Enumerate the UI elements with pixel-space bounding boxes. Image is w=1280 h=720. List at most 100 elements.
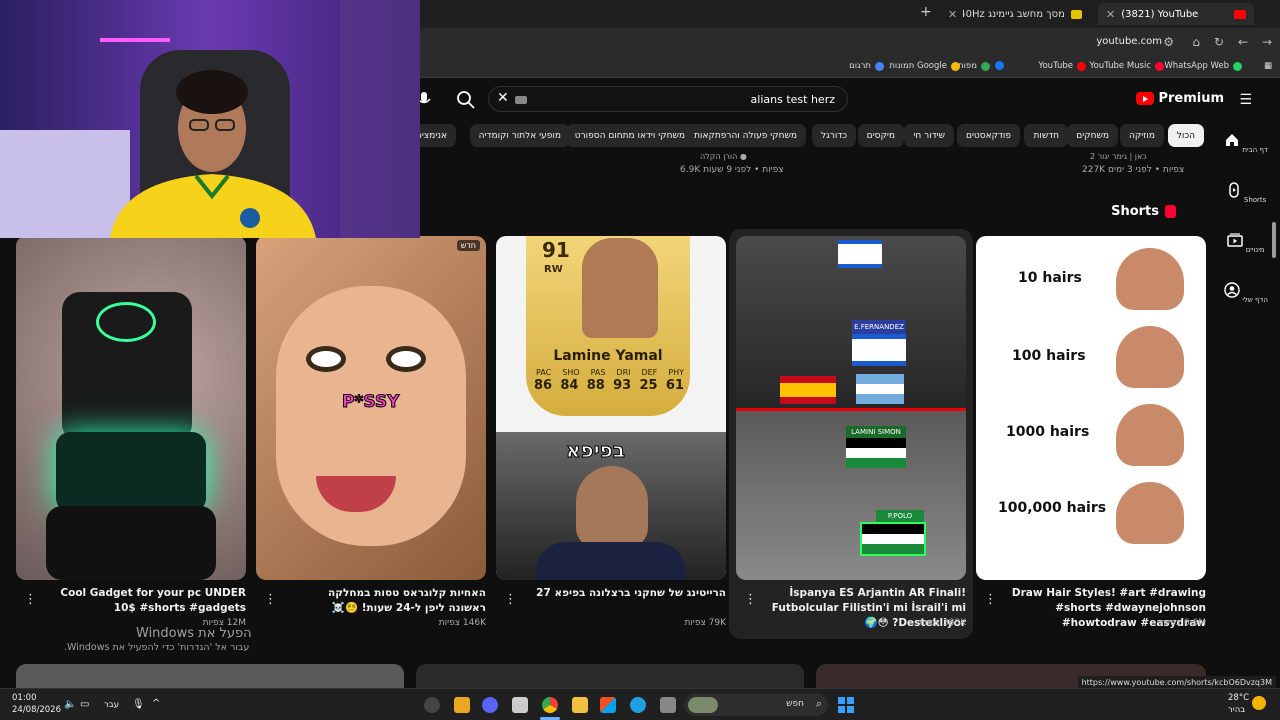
webcam-feed <box>0 0 420 238</box>
short-title[interactable]: הרייטינג של שחקני ברצלונה בפיפא 27 <box>530 586 726 601</box>
chip-podcasts[interactable]: פודקאסטים <box>956 124 1020 147</box>
short-thumbnail[interactable]: P*SSY חדש <box>256 236 486 580</box>
language-indicator[interactable]: עבר <box>104 700 119 710</box>
search-icon[interactable] <box>456 90 476 110</box>
tab-youtube[interactable]: ✕ (3821) YouTube <box>1098 3 1254 25</box>
weather-moon-icon[interactable] <box>1252 696 1266 710</box>
sidebar-item-subscriptions[interactable]: מינויים <box>1214 232 1278 254</box>
face-drawing <box>1116 248 1184 310</box>
short-card[interactable]: Cool Gadget for your pc UNDER 10$ #short… <box>16 236 246 628</box>
card-position: RW <box>544 264 563 275</box>
short-title[interactable]: Cool Gadget for your pc UNDER 10$ #short… <box>50 586 246 616</box>
bookmark-translate[interactable]: תרגום <box>849 61 884 71</box>
edge-icon[interactable] <box>630 697 646 713</box>
chip-sports-games[interactable]: משחקי וידאו מתחום הספורט <box>565 124 694 147</box>
show-hidden-icons-icon[interactable]: ^ <box>152 698 160 709</box>
more-options-icon[interactable]: ⋮ <box>264 592 277 607</box>
forward-icon[interactable]: → <box>1262 35 1272 49</box>
video-thumbnail[interactable] <box>416 664 804 688</box>
video-thumbnail[interactable] <box>16 664 404 688</box>
short-views: 79K צפיות <box>684 618 726 628</box>
new-tab-button[interactable]: + <box>920 4 932 20</box>
short-title[interactable]: האחיות קלוגראס טסות במחלקה ראשונה ליפן ל… <box>290 586 486 616</box>
reload-icon[interactable]: ↻ <box>1214 35 1224 49</box>
more-options-icon[interactable]: ⋮ <box>24 592 37 607</box>
microsoft-365-icon[interactable] <box>600 697 616 713</box>
clock-time[interactable]: 01:00 <box>12 693 37 703</box>
store-icon[interactable] <box>512 697 528 713</box>
youtube-premium-logo[interactable]: Premium <box>1136 91 1224 106</box>
close-tab-icon[interactable]: ✕ <box>948 8 957 21</box>
chip-football[interactable]: כדורגל <box>811 124 856 147</box>
webcam-overlay <box>0 0 420 238</box>
close-tab-icon[interactable]: ✕ <box>1106 8 1115 21</box>
more-options-icon[interactable]: ⋮ <box>504 592 517 607</box>
prev-video-meta: 227K צפיות • לפני 3 ימים <box>1082 165 1185 175</box>
youtube-favicon-icon <box>1234 9 1246 19</box>
tab-title: מסך מחשב גיימינג QHD 240Hz <box>963 8 1065 20</box>
streamer-video: בפיפא <box>496 432 726 580</box>
keyboard-icon[interactable] <box>515 96 527 104</box>
scrollbar-thumb[interactable] <box>1272 222 1276 258</box>
sidebar-item-home[interactable]: דף הבית <box>1214 132 1278 154</box>
chip-all[interactable]: הכול <box>1167 124 1204 147</box>
bookmark-maps[interactable]: מפות <box>958 61 990 71</box>
volume-icon[interactable]: 🔈 <box>64 699 76 710</box>
weather-temp[interactable]: 28°C <box>1228 693 1249 703</box>
home-icon[interactable]: ⌂ <box>1192 35 1200 49</box>
short-thumbnail[interactable]: 91 RW Lamine Yamal PAC SHO PAS DRI DEF PHY 86… <box>496 236 726 580</box>
url-field[interactable]: youtube.com <box>1096 36 1162 47</box>
more-options-icon[interactable]: ⋮ <box>984 592 997 607</box>
chip-news[interactable]: חדשות <box>1024 124 1068 147</box>
discord-icon[interactable] <box>482 697 498 713</box>
short-card[interactable]: P*SSY חדש האחיות קלוגראס טסות במחלקה ראש… <box>256 236 486 628</box>
clock-date[interactable]: 24/08/2026 <box>12 705 61 715</box>
chrome-icon[interactable] <box>542 697 558 713</box>
mic-tray-icon[interactable]: 🎙 <box>132 699 145 710</box>
bookmark-photos[interactable]: תמונות Google <box>889 61 960 71</box>
streamer-shirt <box>536 542 686 580</box>
short-card[interactable]: 91 RW Lamine Yamal PAC SHO PAS DRI DEF PHY 86… <box>496 236 726 628</box>
short-card[interactable]: 10 hairs 100 hairs 1000 hairs 100,000 ha… <box>976 236 1206 629</box>
taskbar-search-label: חפש <box>786 699 804 709</box>
search-box[interactable]: ✕ alians test herz <box>488 86 848 112</box>
search-input[interactable]: alians test herz <box>751 93 835 106</box>
sidebar-item-shorts[interactable]: Shorts <box>1214 182 1278 204</box>
back-icon[interactable]: ← <box>1238 35 1248 49</box>
sidebar-item-you[interactable]: הדף שלי <box>1214 282 1278 304</box>
bookmark-whatsapp[interactable]: WhatsApp Web <box>1164 61 1242 71</box>
network-icon[interactable]: ▭ <box>80 699 89 710</box>
chip-action-games[interactable]: משחקי פעולה והרפתקאות <box>685 124 806 147</box>
chip-live[interactable]: שידור חי <box>904 124 954 147</box>
app-icon[interactable] <box>454 697 470 713</box>
bookmark-facebook[interactable] <box>995 61 1004 70</box>
keycap-base <box>46 506 216 580</box>
youtube-music-icon <box>1155 61 1164 71</box>
chip-music[interactable]: מוזיקה <box>1120 124 1164 147</box>
taskbar-search[interactable]: חפש ⌕ <box>684 694 828 716</box>
chip-mixes[interactable]: מיקסים <box>857 124 904 147</box>
apps-grid-icon[interactable]: ▦ <box>1264 61 1272 71</box>
short-thumbnail[interactable]: 10 hairs 100 hairs 1000 hairs 100,000 ha… <box>976 236 1206 580</box>
chip-comedy[interactable]: מופעי אלתור וקומדיה <box>469 124 570 147</box>
chip-gaming[interactable]: משחקים <box>1067 124 1118 147</box>
site-settings-icon[interactable]: ⚙ <box>1163 35 1174 49</box>
obs-icon[interactable] <box>424 697 440 713</box>
short-card[interactable]: E.FERNANDEZ LAMINI SIMON P.POLO İspanya … <box>736 236 966 629</box>
player-label: P.POLO <box>876 510 924 522</box>
more-options-icon[interactable]: ⋮ <box>744 592 757 607</box>
search-highlight-icon <box>688 697 718 713</box>
short-thumbnail[interactable] <box>16 236 246 580</box>
windows-start-icon[interactable] <box>838 697 854 713</box>
weather-desc[interactable]: בהיר <box>1228 705 1245 715</box>
task-view-icon[interactable] <box>660 697 676 713</box>
menu-icon[interactable]: ☰ <box>1239 92 1252 108</box>
tab-monitor[interactable]: ✕ מסך מחשב גיימינג QHD 240Hz <box>940 3 1090 25</box>
eye <box>306 346 346 372</box>
search-icon: ⌕ <box>815 697 822 710</box>
bookmark-youtube[interactable]: YouTube <box>1038 61 1086 71</box>
file-explorer-icon[interactable] <box>572 697 588 713</box>
clear-search-icon[interactable]: ✕ <box>497 90 509 106</box>
bookmark-youtube-music[interactable]: YouTube Music <box>1090 61 1164 71</box>
short-thumbnail[interactable]: E.FERNANDEZ LAMINI SIMON P.POLO <box>736 236 966 580</box>
